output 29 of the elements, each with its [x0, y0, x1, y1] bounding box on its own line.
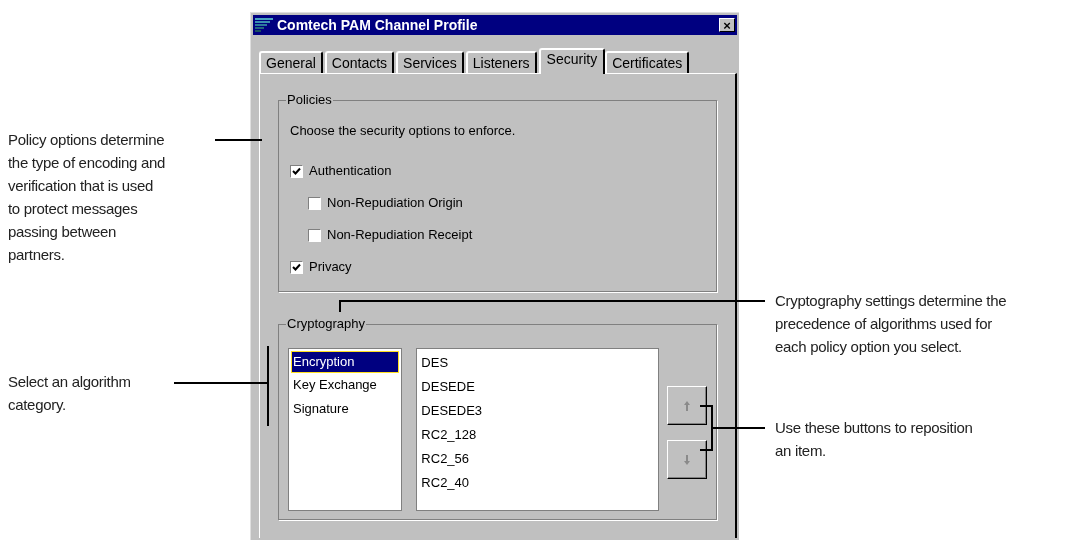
list-item[interactable]: Encryption: [291, 351, 400, 373]
group-label: Cryptography: [286, 316, 367, 332]
list-item[interactable]: Signature: [291, 397, 400, 421]
algorithm-list[interactable]: DES DESEDE DESEDE3 RC2_128 RC2_56 RC2_40: [416, 348, 659, 511]
tab[interactable]: Contacts: [324, 51, 395, 73]
list-item[interactable]: DES: [421, 351, 449, 375]
callout-text: Cryptography settings determine the precedence of algorithms used for each policy option you select.: [775, 291, 1007, 357]
list-item[interactable]: RC2_128: [421, 423, 477, 447]
tab[interactable]: Listeners: [465, 51, 537, 73]
close-button[interactable]: ×: [719, 18, 735, 32]
tab[interactable]: Services: [396, 51, 464, 73]
checkbox-option[interactable]: Non-Repudiation Receipt: [308, 219, 473, 251]
checkbox-option[interactable]: Authentication: [290, 155, 392, 187]
checkbox-option[interactable]: Non-Repudiation Origin: [308, 187, 463, 219]
category-list[interactable]: Encryption Key Exchange Signature: [288, 348, 403, 511]
checkbox-option[interactable]: Privacy: [290, 251, 352, 283]
tab[interactable]: General: [259, 51, 323, 73]
tab[interactable]: Certificates: [605, 51, 690, 73]
window-title: Comtech PAM Channel Profile: [277, 18, 479, 32]
instruction-text: Choose the security options to enforce.: [290, 123, 516, 139]
list-item[interactable]: DESEDE: [421, 375, 475, 399]
list-item[interactable]: Key Exchange: [291, 373, 400, 397]
list-item[interactable]: RC2_56: [421, 447, 470, 471]
callout-text: Select an algorithm category.: [8, 372, 131, 415]
tab[interactable]: Security: [538, 48, 606, 74]
list-item[interactable]: RC2_40: [421, 471, 470, 495]
callout-text: Use these buttons to reposition an item.: [775, 418, 973, 461]
list-item[interactable]: DESEDE3: [421, 399, 483, 423]
callout-text: Policy options determine the type of encoding and verification that is used to protect messages passing between partners.: [8, 130, 166, 265]
